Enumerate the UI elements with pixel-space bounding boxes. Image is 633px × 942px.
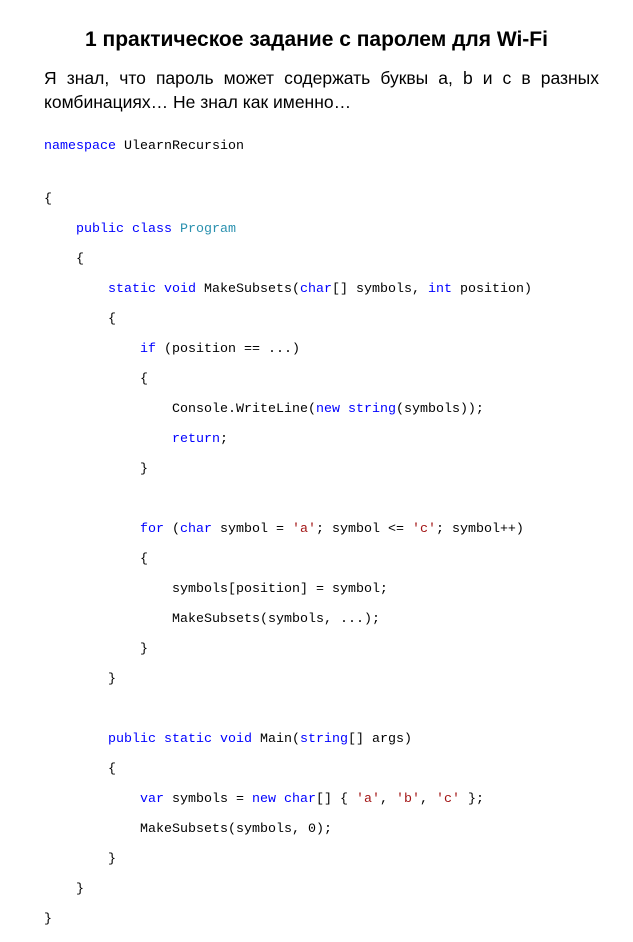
code-line: } xyxy=(44,912,52,927)
description-paragraph: Я знал, что пароль может содержать буквы… xyxy=(44,68,599,112)
code-line: { xyxy=(76,252,84,267)
code-line: namespace UlearnRecursion xyxy=(44,139,244,154)
code-line: { xyxy=(108,312,116,327)
code-line: for (char symbol = 'a'; symbol <= 'c'; s… xyxy=(139,522,524,537)
code-line: symbols[position] = symbol; xyxy=(171,582,388,597)
code-line: { xyxy=(139,372,148,387)
code-line: public static void Main(string[] args) xyxy=(108,732,412,747)
code-line: } xyxy=(139,462,148,477)
code-line: { xyxy=(139,552,148,567)
code-line: Console.WriteLine(new string(symbols)); xyxy=(171,402,484,417)
page-title: 1 практическое задание с паролем для Wi-… xyxy=(85,28,548,51)
code-line: MakeSubsets(symbols, 0); xyxy=(139,822,332,837)
code-line: public class Program xyxy=(76,222,236,237)
code-line: var symbols = new char[] { 'a', 'b', 'c'… xyxy=(139,792,484,807)
code-line: } xyxy=(76,882,84,897)
code-line: { xyxy=(108,762,116,777)
code-line: } xyxy=(108,852,116,867)
code-line: if (position == ...) xyxy=(139,342,300,357)
code-line: { xyxy=(44,192,52,207)
code-line: MakeSubsets(symbols, ...); xyxy=(171,612,380,627)
code-line: return; xyxy=(171,432,228,447)
code-line: } xyxy=(108,672,116,687)
code-line: static void MakeSubsets(char[] symbols, … xyxy=(108,282,532,297)
code-block: namespace UlearnRecursion { public class… xyxy=(44,124,532,942)
code-line: } xyxy=(139,642,148,657)
